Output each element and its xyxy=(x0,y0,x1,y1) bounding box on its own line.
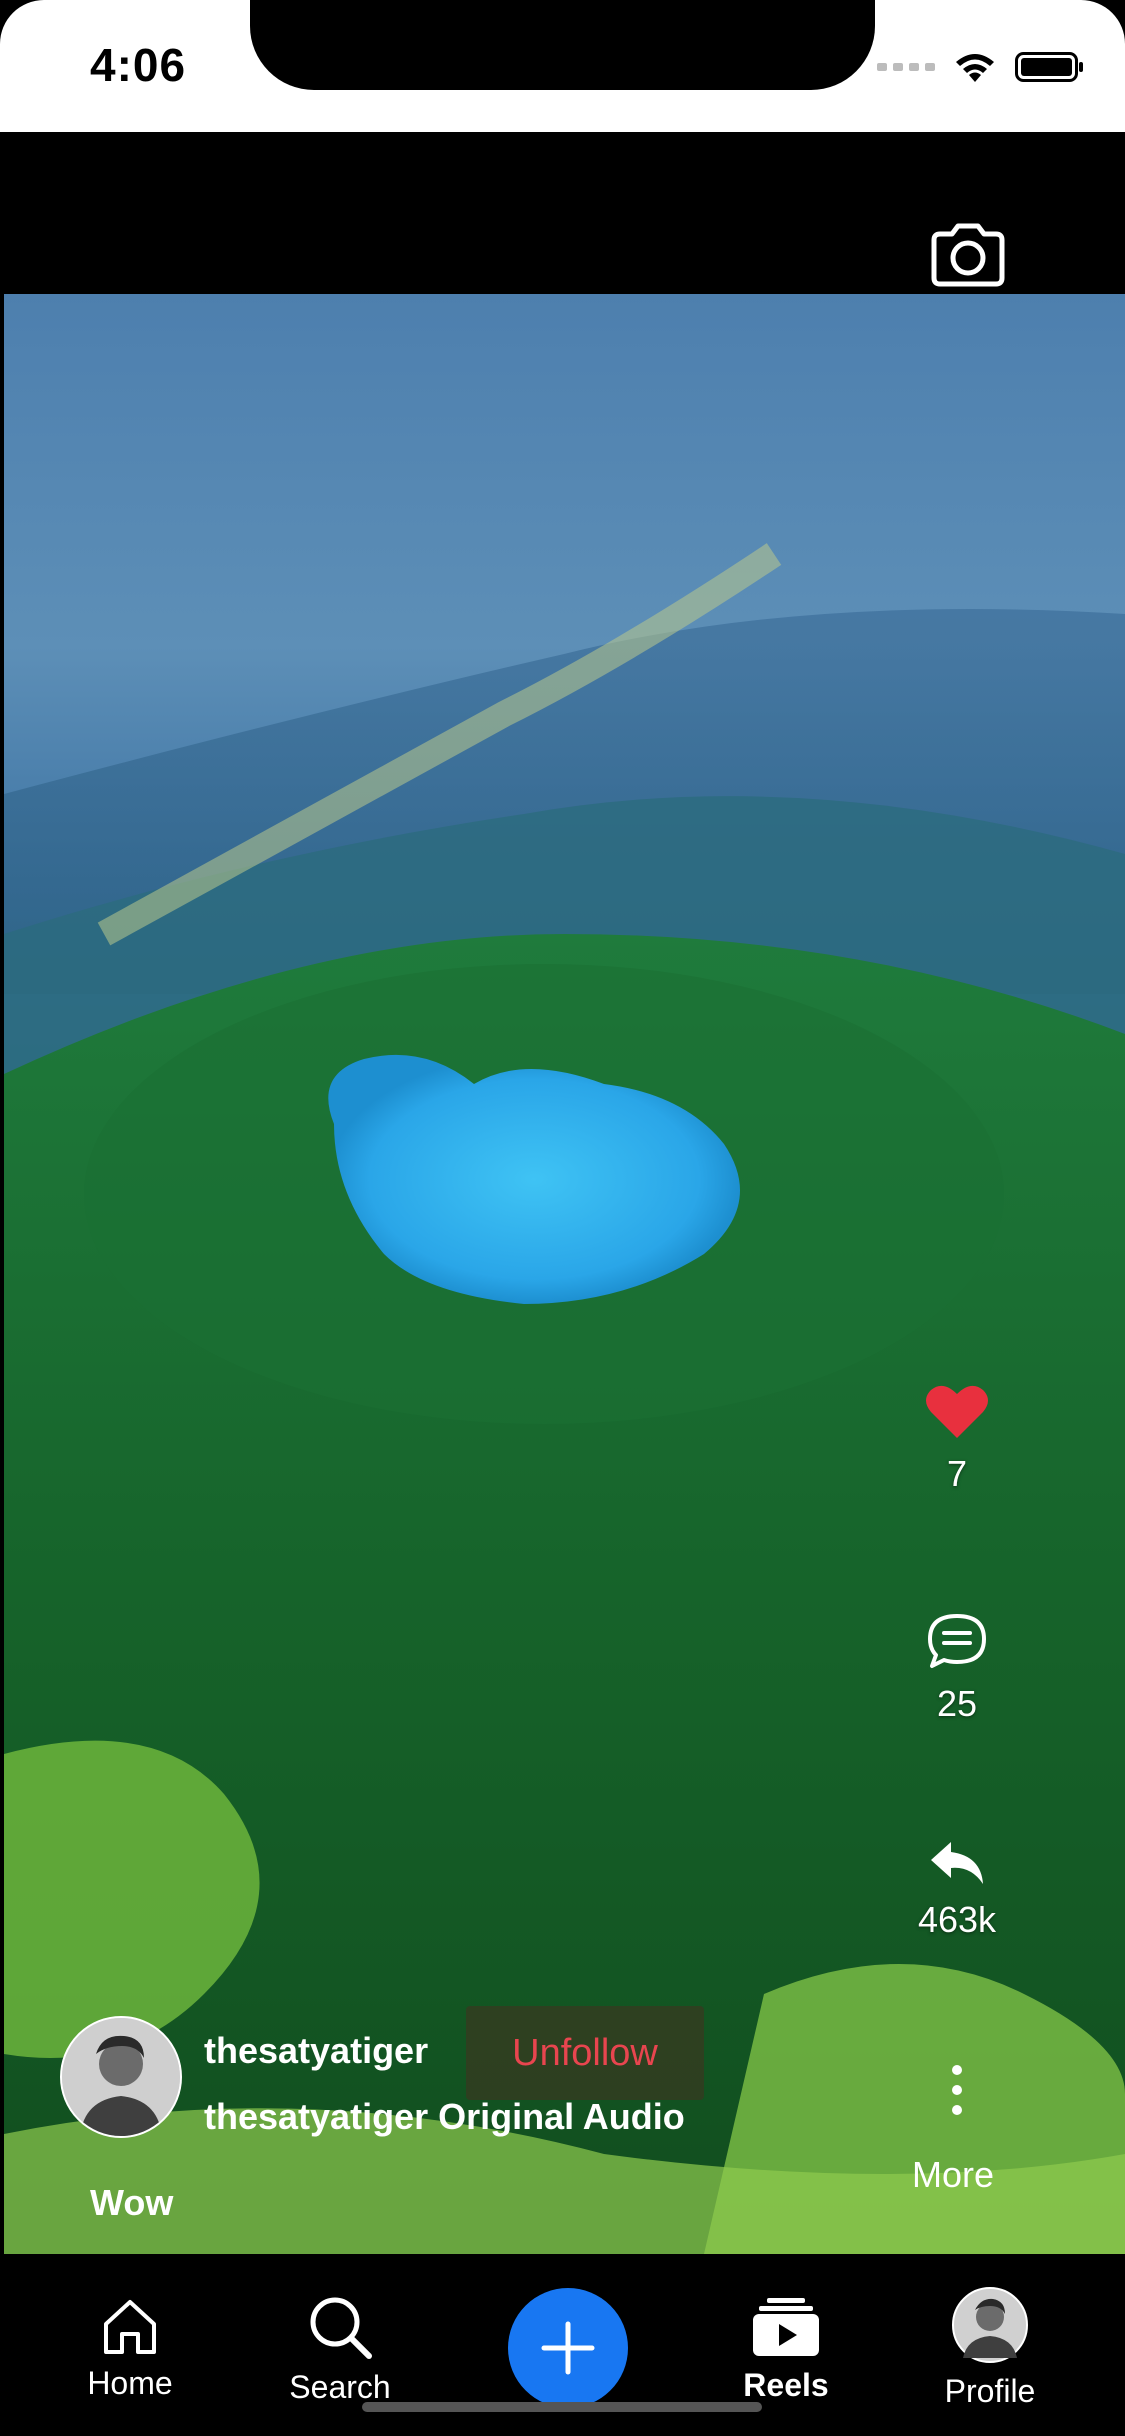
reels-icon xyxy=(753,2298,819,2356)
search-icon xyxy=(310,2297,372,2359)
unfollow-button[interactable]: Unfollow xyxy=(466,2006,704,2100)
nav-search-label: Search xyxy=(289,2369,391,2405)
comment-action[interactable]: 25 xyxy=(897,1612,1017,1725)
more-action[interactable] xyxy=(897,2062,1017,2123)
comment-count: 25 xyxy=(936,1683,978,1724)
caption: Wow xyxy=(90,2182,174,2223)
more-dots-icon[interactable] xyxy=(947,2062,967,2118)
audio-title[interactable]: thesatyatiger Original Audio xyxy=(204,2096,685,2138)
username[interactable]: thesatyatiger xyxy=(204,2030,428,2072)
create-button[interactable] xyxy=(508,2288,628,2408)
video-scenery xyxy=(4,543,1125,2254)
share-icon[interactable] xyxy=(929,1840,985,1886)
reel-video[interactable]: 7 25 463k xyxy=(4,294,1125,2254)
plus-icon xyxy=(541,2321,595,2375)
nav-profile-label: Profile xyxy=(944,2373,1036,2409)
heart-icon[interactable] xyxy=(925,1382,989,1440)
more-label[interactable]: More xyxy=(912,2154,994,2196)
signal-icon xyxy=(877,63,935,71)
nav-search[interactable]: Search xyxy=(260,2294,420,2406)
like-count: 7 xyxy=(946,1453,968,1494)
comment-icon[interactable] xyxy=(926,1612,988,1670)
share-count: 463k xyxy=(917,1899,997,1940)
battery-icon xyxy=(1015,52,1083,82)
profile-avatar-icon xyxy=(952,2287,1028,2363)
wifi-icon xyxy=(956,54,994,82)
nav-profile[interactable]: Profile xyxy=(910,2286,1070,2410)
status-icons xyxy=(877,50,1085,84)
home-icon xyxy=(104,2300,156,2354)
notch xyxy=(250,0,875,90)
like-action[interactable]: 7 xyxy=(897,1382,1017,1495)
avatar[interactable] xyxy=(60,2016,182,2138)
camera-icon xyxy=(931,223,1005,287)
nav-reels-label: Reels xyxy=(743,2367,829,2403)
camera-button[interactable] xyxy=(928,222,1008,288)
status-bar: 4:06 xyxy=(0,0,1125,132)
share-action[interactable]: 463k xyxy=(897,1840,1017,1941)
nav-reels[interactable]: Reels xyxy=(706,2296,866,2404)
nav-home-label: Home xyxy=(87,2365,173,2401)
nav-home[interactable]: Home xyxy=(50,2298,210,2402)
status-time: 4:06 xyxy=(90,39,187,91)
home-indicator xyxy=(362,2402,762,2412)
avatar-image xyxy=(62,2018,180,2136)
